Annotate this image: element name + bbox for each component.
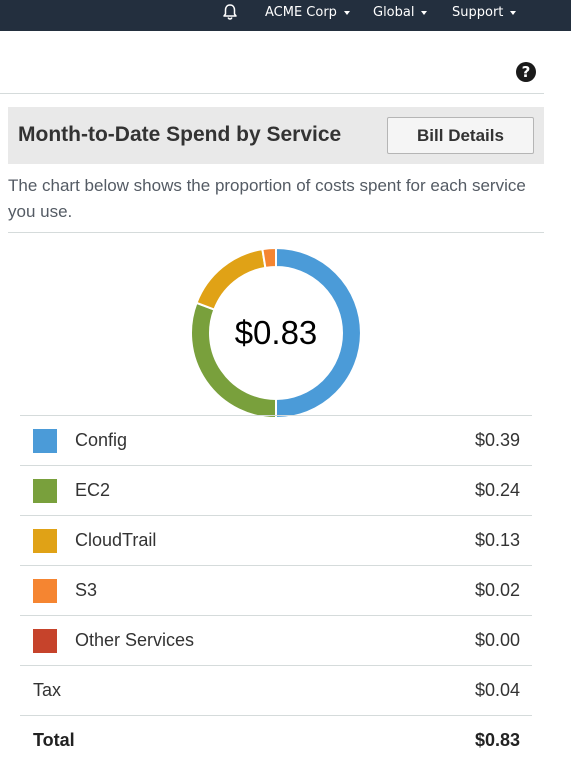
chevron-down-icon — [343, 11, 350, 15]
region-menu-label: Global — [373, 5, 415, 20]
service-name: CloudTrail — [75, 530, 157, 550]
divider — [0, 93, 544, 94]
account-menu-label: ACME Corp — [265, 5, 337, 20]
service-row-ec2: EC2 $0.24 — [20, 465, 532, 515]
chevron-down-icon — [421, 11, 428, 15]
service-row-s3: S3 $0.02 — [20, 565, 532, 615]
help-icon[interactable]: ? — [516, 62, 536, 82]
spend-donut-chart — [190, 246, 362, 420]
donut-slice-ec2 — [190, 301, 277, 420]
total-amount: $0.83 — [474, 730, 520, 750]
service-name: Other Services — [75, 630, 195, 650]
support-menu-label: Support — [452, 5, 504, 20]
legend-swatch — [33, 478, 57, 503]
bill-details-button[interactable]: Bill Details — [387, 117, 534, 154]
donut-slice-cloudtrail — [195, 247, 267, 311]
support-menu[interactable]: Support — [452, 0, 517, 25]
tax-label: Tax — [33, 680, 62, 700]
account-menu[interactable]: ACME Corp — [265, 0, 350, 25]
service-row-config: Config $0.39 — [20, 415, 532, 465]
service-name: S3 — [75, 580, 98, 600]
service-amount: $0.24 — [474, 480, 520, 500]
legend-swatch — [33, 578, 57, 603]
service-row-other-services: Other Services $0.00 — [20, 615, 532, 665]
chevron-down-icon — [510, 11, 517, 15]
service-amount: $0.13 — [474, 530, 520, 550]
top-navigation-bar: ACME Corp Global Support — [0, 0, 571, 31]
panel-title: Month-to-Date Spend by Service — [18, 123, 342, 146]
panel-header: Month-to-Date Spend by Service Bill Deta… — [8, 107, 544, 164]
service-name: Config — [75, 430, 128, 450]
tax-row: Tax $0.04 — [20, 665, 532, 715]
legend-swatch — [33, 428, 57, 453]
service-name: EC2 — [75, 480, 111, 500]
service-amount: $0.02 — [474, 580, 520, 600]
legend-swatch — [33, 528, 57, 553]
service-amount: $0.00 — [474, 630, 520, 650]
total-label: Total — [33, 730, 75, 750]
tax-amount: $0.04 — [474, 680, 520, 700]
panel-description: The chart below shows the proportion of … — [8, 176, 526, 221]
service-amount: $0.39 — [474, 430, 520, 450]
total-row: Total $0.83 — [20, 715, 532, 764]
donut-slice-s3 — [261, 246, 277, 270]
service-row-cloudtrail: CloudTrail $0.13 — [20, 515, 532, 565]
region-menu[interactable]: Global — [373, 0, 428, 25]
donut-slice-config — [275, 246, 362, 420]
spend-table: Config $0.39 EC2 $0.24 CloudTrail $0.13 S3 $0.0… — [20, 415, 532, 764]
divider — [8, 232, 544, 233]
legend-swatch — [33, 628, 57, 653]
bell-icon[interactable] — [221, 3, 239, 21]
